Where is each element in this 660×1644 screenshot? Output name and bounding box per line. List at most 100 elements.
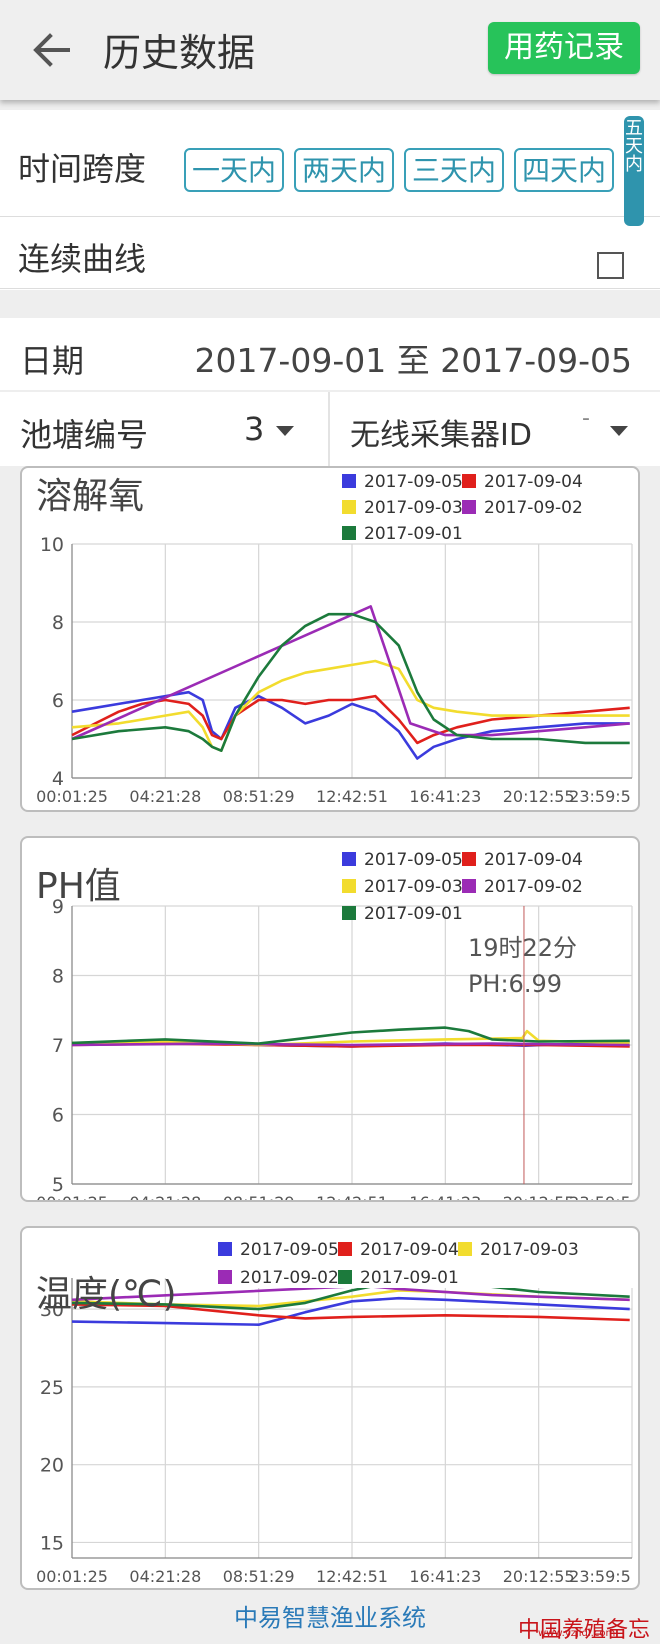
pond-dropdown-caret-icon[interactable] <box>276 426 294 436</box>
chart-title: PH值 <box>36 866 121 907</box>
app-bar: 历史数据 用药记录 <box>0 0 660 100</box>
legend-swatch <box>462 474 476 488</box>
y-tick-label: 10 <box>40 534 64 556</box>
divider <box>0 216 660 217</box>
legend-label: 2017-09-04 <box>360 1240 459 1260</box>
legend-label: 2017-09-05 <box>240 1240 339 1260</box>
legend-swatch <box>338 1242 352 1256</box>
legend-label: 2017-09-04 <box>484 850 583 870</box>
x-tick-label: 00:01:25 <box>36 787 108 806</box>
legend-label: 2017-09-05 <box>364 472 463 492</box>
legend-label: 2017-09-03 <box>480 1240 579 1260</box>
y-tick-label: 20 <box>40 1455 64 1477</box>
selector-divider <box>328 392 330 466</box>
legend-swatch <box>462 879 476 893</box>
y-tick-label: 8 <box>52 966 64 988</box>
x-tick-label: 12:42:51 <box>316 1567 388 1586</box>
legend-swatch <box>338 1270 352 1284</box>
legend-swatch <box>462 852 476 866</box>
span-one-day-button[interactable]: 一天内 <box>184 148 284 192</box>
back-arrow-icon[interactable] <box>30 28 74 72</box>
legend-label: 2017-09-02 <box>240 1268 339 1288</box>
pond-number-label: 池塘编号 <box>20 416 149 454</box>
x-tick-label: 04:21:28 <box>129 1193 201 1202</box>
y-tick-label: 6 <box>52 690 64 712</box>
legend-label: 2017-09-03 <box>364 877 463 897</box>
x-tick-label: 08:51:29 <box>223 1567 295 1586</box>
ph-chart[interactable]: 5678900:01:25 04:21:28 08:51:29 12:42:51 16:… <box>22 838 640 1202</box>
span-five-days-button[interactable]: 五天内 <box>624 116 644 226</box>
x-tick-label: 12:42:51 <box>316 787 388 806</box>
continuous-curve-checkbox[interactable] <box>597 252 624 279</box>
temperature-chart-card: 15 20 25 30 00:01:25 04:21:28 08:51:29 12:42:51… <box>20 1226 640 1590</box>
y-tick-label: 15 <box>40 1532 64 1554</box>
legend-label: 2017-09-03 <box>364 498 463 518</box>
medication-record-button[interactable]: 用药记录 <box>488 22 640 74</box>
selector-row: 池塘编号 3 无线采集器ID - <box>0 392 660 466</box>
time-span-label: 时间跨度 <box>18 150 147 188</box>
annotation-time: 19时22分 <box>468 934 577 962</box>
span-three-days-button[interactable]: 三天内 <box>404 148 504 192</box>
legend-swatch <box>458 1242 472 1256</box>
legend-swatch <box>218 1270 232 1284</box>
x-tick-label: 04:21:28 <box>129 787 201 806</box>
x-tick-label: 23:59:5 <box>569 1567 631 1586</box>
x-tick-label: 00:01:25 <box>36 1193 108 1202</box>
legend-label: 2017-09-04 <box>484 472 583 492</box>
span-two-days-button[interactable]: 两天内 <box>294 148 394 192</box>
legend-swatch <box>342 500 356 514</box>
page-title: 历史数据 <box>103 31 256 75</box>
y-tick-label: 6 <box>52 1105 64 1127</box>
x-tick-label: 20:12:55 <box>503 787 575 806</box>
legend-swatch <box>342 852 356 866</box>
y-tick-label: 7 <box>52 1035 64 1057</box>
y-tick-label: 25 <box>40 1377 64 1399</box>
date-row[interactable]: 日期 2017-09-01 至 2017-09-05 <box>0 318 660 390</box>
annotation-value: PH:6.99 <box>468 970 562 998</box>
series-line-2017-09-02 <box>71 605 630 741</box>
continuous-curve-label: 连续曲线 <box>18 240 147 278</box>
series-line-2017-09-02 <box>71 1042 630 1047</box>
date-range-value: 2017-09-01 至 2017-09-05 <box>194 341 632 380</box>
legend-label: 2017-09-05 <box>364 850 463 870</box>
filter-panel: 时间跨度 连续曲线 <box>0 110 660 290</box>
legend-swatch <box>462 500 476 514</box>
x-tick-label: 04:21:28 <box>129 1567 201 1586</box>
collector-dropdown-caret-icon[interactable] <box>610 426 628 436</box>
legend-label: 2017-09-01 <box>360 1268 459 1288</box>
oxygen-chart-card: 4 6 8 10 00:01:25 04:21:28 08:51:29 12:42:51 16:… <box>20 466 640 812</box>
x-tick-label: 08:51:29 <box>223 787 295 806</box>
x-tick-label: 23:59:5 <box>569 787 631 806</box>
legend-swatch <box>342 526 356 540</box>
chart-title: 溶解氧 <box>36 476 144 517</box>
legend-swatch <box>342 906 356 920</box>
x-tick-label: 16:41:23 <box>409 1567 481 1586</box>
legend-swatch <box>342 879 356 893</box>
collector-id-value[interactable]: - <box>582 406 590 431</box>
x-tick-label: 12:42:51 <box>316 1193 388 1202</box>
x-tick-label: 23:59:5 <box>569 1193 631 1202</box>
watermark-url: www.yzjidi.com <box>538 1628 616 1639</box>
legend-swatch <box>218 1242 232 1256</box>
x-tick-label: 20:12:55 <box>503 1567 575 1586</box>
temperature-chart[interactable]: 1520253000:01:25 04:21:28 08:51:29 12:42:51… <box>22 1228 640 1590</box>
span-four-days-button[interactable]: 四天内 <box>514 148 614 192</box>
legend-label: 2017-09-01 <box>364 524 463 544</box>
date-label: 日期 <box>20 342 85 380</box>
x-tick-label: 08:51:29 <box>223 1193 295 1202</box>
x-tick-label: 16:41:23 <box>409 1193 481 1202</box>
x-tick-label: 16:41:23 <box>409 787 481 806</box>
pond-number-value[interactable]: 3 <box>244 410 264 448</box>
x-tick-label: 00:01:25 <box>36 1567 108 1586</box>
legend-label: 2017-09-01 <box>364 904 463 924</box>
collector-id-label: 无线采集器ID <box>350 418 532 453</box>
chart-title: 温度(℃) <box>36 1274 177 1315</box>
y-tick-label: 8 <box>52 612 64 634</box>
legend-label: 2017-09-02 <box>484 498 583 518</box>
divider <box>0 288 660 289</box>
oxygen-chart[interactable]: 4681000:01:25 04:21:28 08:51:29 12:42:51 16:… <box>22 468 640 812</box>
legend-label: 2017-09-02 <box>484 877 583 897</box>
legend-swatch <box>342 474 356 488</box>
x-tick-label: 20:12:55 <box>503 1193 575 1202</box>
ph-chart-card: 5 6 7 8 9 00:01:25 04:21:28 08:51:29 12:42:51 16:… <box>20 836 640 1202</box>
